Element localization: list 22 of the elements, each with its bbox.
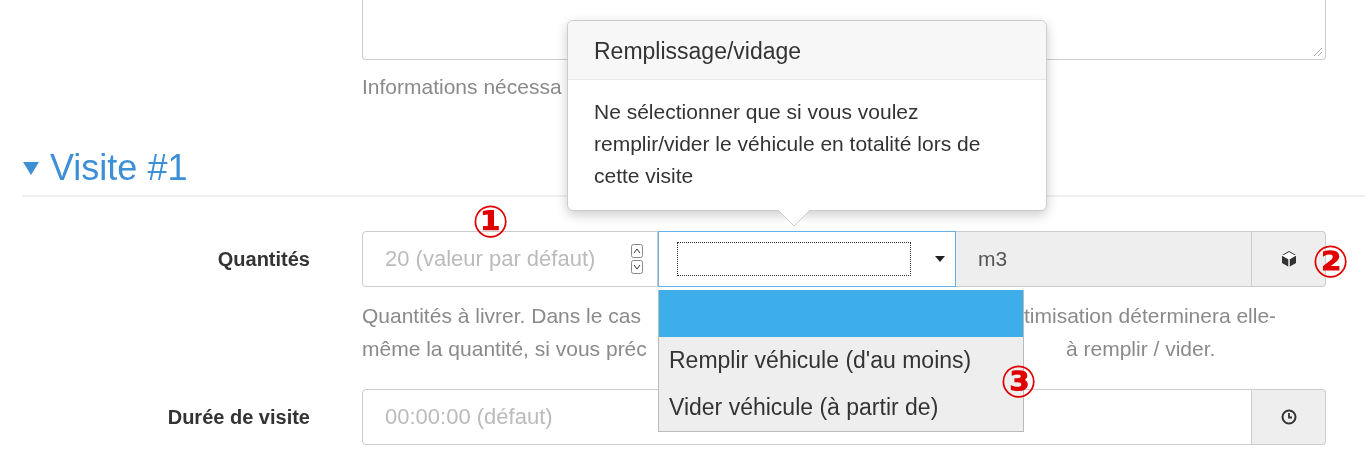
help-text: Informations nécessa	[362, 74, 563, 100]
annotation-number: ②	[1312, 240, 1350, 284]
field-label: Durée de visite	[166, 405, 311, 429]
resize-grip-icon[interactable]	[1313, 47, 1323, 57]
popover-text: Ne sélectionner que si vous voulez remplir/vider le véhicule en totalité lors de cette visite	[593, 99, 982, 189]
clock-icon	[1280, 409, 1297, 425]
annotation-number: ③	[1000, 360, 1038, 404]
clock-button[interactable]	[1252, 389, 1326, 445]
number-field[interactable]: 20 (valeur par défaut)	[383, 245, 627, 273]
section-title: Visite #1	[50, 147, 188, 189]
caret-icon	[935, 256, 945, 262]
help-text: Quantités à livrer. Dans le cas	[362, 303, 641, 329]
help-text: timisation déterminera elle-	[1024, 303, 1277, 329]
unit-addon: m3	[956, 231, 1252, 287]
select-field[interactable]	[658, 231, 956, 287]
help-text: à remplir / vider.	[1066, 336, 1216, 362]
collapse-triangle-icon[interactable]	[22, 160, 40, 176]
field-label: Quantités	[216, 247, 311, 271]
popover-title: Remplissage/vidage	[568, 21, 1046, 80]
help-text: même la quantité, si vous préc	[362, 336, 647, 362]
spinner-icon[interactable]	[631, 244, 643, 274]
cube-icon	[1279, 250, 1298, 268]
